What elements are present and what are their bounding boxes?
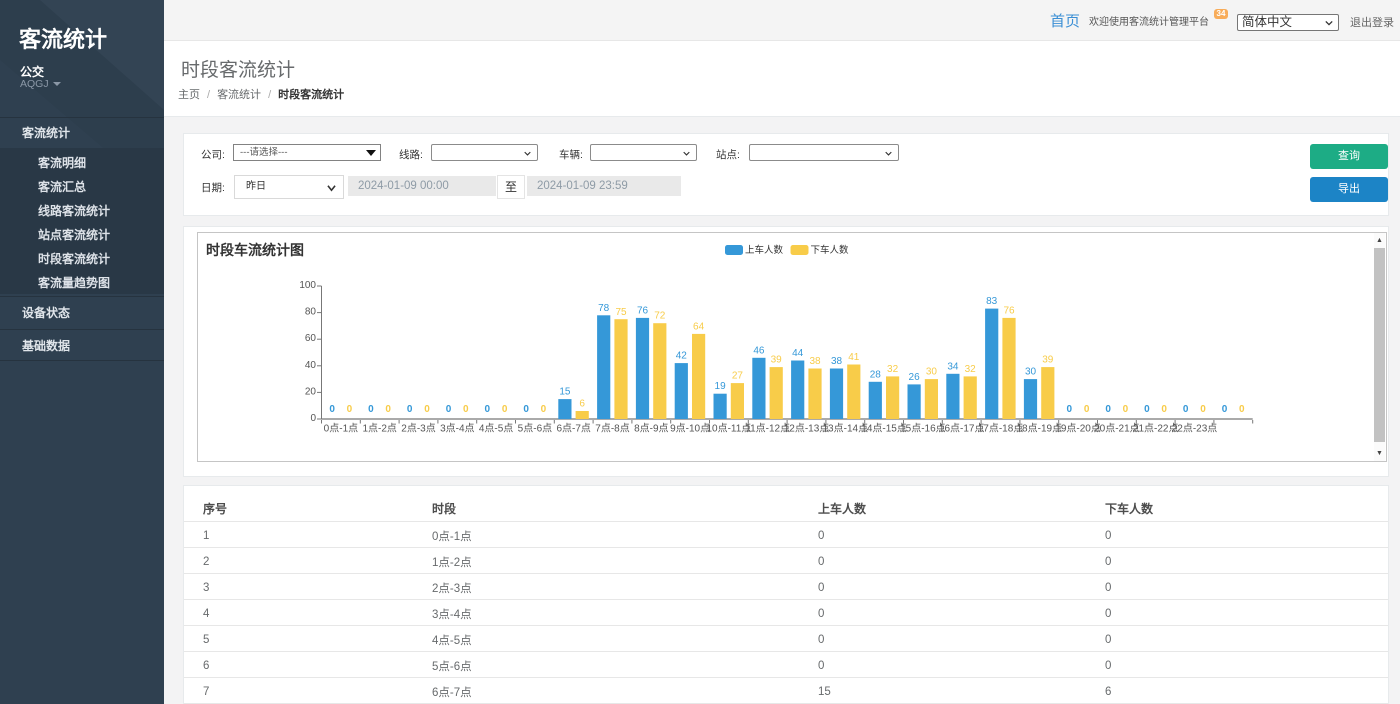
svg-text:0: 0 [1123,404,1129,415]
svg-text:0: 0 [1144,404,1150,415]
svg-text:0: 0 [1239,404,1245,415]
svg-text:19: 19 [715,381,727,392]
svg-text:22点-23点: 22点-23点 [1172,423,1218,435]
svg-text:30: 30 [926,367,938,378]
svg-text:76: 76 [1003,305,1015,316]
svg-text:42: 42 [676,351,688,362]
svg-text:0: 0 [446,404,452,415]
svg-text:27: 27 [732,371,744,382]
svg-text:3点-4点: 3点-4点 [440,423,474,435]
svg-text:上车人数: 上车人数 [745,244,784,256]
svg-text:38: 38 [831,356,843,367]
svg-text:5点-6点: 5点-6点 [518,423,552,435]
svg-text:0: 0 [385,404,391,415]
svg-text:0: 0 [541,404,547,415]
svg-text:0: 0 [1067,404,1073,415]
svg-text:0: 0 [523,404,529,415]
svg-text:75: 75 [615,307,627,318]
svg-text:1点-2点: 1点-2点 [362,423,396,435]
svg-text:44: 44 [792,348,804,359]
svg-text:100: 100 [299,280,316,291]
svg-text:6: 6 [579,399,585,410]
svg-text:32: 32 [965,364,977,375]
svg-text:30: 30 [1025,367,1037,378]
svg-text:39: 39 [1042,355,1054,366]
svg-text:0: 0 [368,404,374,415]
svg-text:72: 72 [654,311,666,322]
svg-text:0: 0 [1161,404,1167,415]
svg-text:0: 0 [1222,404,1228,415]
svg-text:80: 80 [305,307,317,318]
svg-text:20: 20 [305,386,317,397]
svg-text:0: 0 [502,404,508,415]
svg-text:0: 0 [485,404,491,415]
svg-text:下车人数: 下车人数 [811,244,850,256]
svg-text:0点-1点: 0点-1点 [324,423,358,435]
svg-text:32: 32 [887,364,899,375]
svg-text:40: 40 [305,360,317,371]
svg-text:9点-10点: 9点-10点 [670,423,710,435]
svg-text:7点-8点: 7点-8点 [595,423,629,435]
svg-text:26: 26 [909,372,921,383]
svg-text:0: 0 [347,404,353,415]
svg-text:0: 0 [329,404,335,415]
svg-text:60: 60 [305,333,317,344]
svg-text:2点-3点: 2点-3点 [401,423,435,435]
svg-text:0: 0 [1084,404,1090,415]
svg-text:0: 0 [424,404,430,415]
svg-text:8点-9点: 8点-9点 [634,423,668,435]
svg-text:41: 41 [848,352,860,363]
svg-text:0: 0 [310,413,316,424]
svg-text:64: 64 [693,321,705,332]
svg-text:0: 0 [407,404,413,415]
svg-text:4点-5点: 4点-5点 [479,423,513,435]
svg-text:39: 39 [771,355,783,366]
svg-text:0: 0 [463,404,469,415]
svg-text:34: 34 [947,361,959,372]
svg-text:76: 76 [637,305,649,316]
svg-text:78: 78 [598,303,610,314]
svg-text:38: 38 [809,356,821,367]
svg-text:15: 15 [559,387,571,398]
svg-text:46: 46 [753,345,765,356]
svg-text:28: 28 [870,369,882,380]
svg-text:0: 0 [1183,404,1189,415]
svg-text:83: 83 [986,296,998,307]
svg-text:6点-7点: 6点-7点 [556,423,590,435]
svg-text:0: 0 [1200,404,1206,415]
svg-text:0: 0 [1105,404,1111,415]
svg-text:时段车流统计图: 时段车流统计图 [206,242,304,258]
